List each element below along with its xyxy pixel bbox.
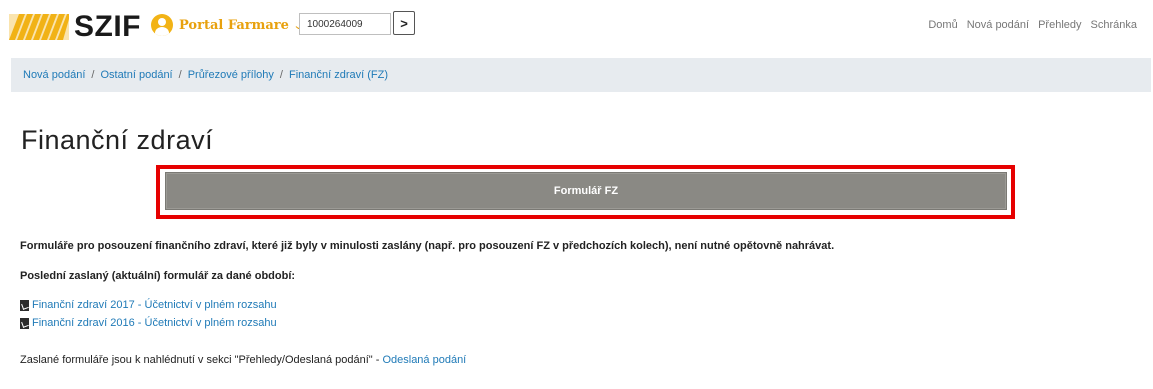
nav-item-schranka[interactable]: Schránka: [1091, 19, 1137, 31]
top-navigation: Domů Nová podání Přehledy Schránka: [928, 19, 1137, 31]
breadcrumb-separator: /: [91, 69, 95, 81]
breadcrumb-prurezove-prilohy[interactable]: Průřezové přílohy: [188, 69, 274, 81]
document-link: Finanční zdraví 2017 - Účetnictví v plné…: [20, 299, 277, 311]
user-avatar-icon: [151, 14, 173, 36]
logo-text: SZIF: [74, 10, 141, 43]
document-link-2016[interactable]: Finanční zdraví 2016 - Účetnictví v plné…: [32, 317, 277, 329]
nav-item-domu[interactable]: Domů: [928, 19, 957, 31]
nav-item-prehledy[interactable]: Přehledy: [1038, 19, 1081, 31]
breadcrumb-ostatni-podani[interactable]: Ostatní podání: [100, 69, 172, 81]
breadcrumb-separator: /: [279, 69, 283, 81]
go-button[interactable]: >: [393, 11, 415, 35]
odeslana-podani-link[interactable]: Odeslaná podání: [382, 354, 466, 366]
breadcrumb-financni-zdravi[interactable]: Finanční zdraví (FZ): [289, 69, 388, 81]
pdf-file-icon: [20, 299, 29, 311]
szif-logo[interactable]: SZIF: [9, 12, 141, 42]
notice-text: Formuláře pro posouzení finančního zdrav…: [20, 240, 835, 252]
pdf-file-icon: [20, 317, 29, 329]
page-title: Finanční zdraví: [21, 125, 214, 155]
breadcrumb-separator: /: [178, 69, 182, 81]
document-link-2017[interactable]: Finanční zdraví 2017 - Účetnictví v plné…: [32, 299, 277, 311]
footer-label: Zaslané formuláře jsou k nahlédnutí v se…: [20, 354, 383, 366]
top-header: SZIF Portal Farmare ⌄ > Domů Nová podání…: [0, 0, 1153, 54]
breadcrumb: Nová podání / Ostatní podání / Průřezové…: [11, 58, 1151, 92]
logo-stripes-icon: [9, 14, 69, 40]
nav-item-nova-podani[interactable]: Nová podání: [967, 19, 1029, 31]
portal-farmare-menu[interactable]: Portal Farmare ⌄: [151, 14, 305, 36]
document-link: Finanční zdraví 2016 - Účetnictví v plné…: [20, 317, 277, 329]
last-form-heading: Poslední zaslaný (aktuální) formulář za …: [20, 270, 296, 282]
subject-id-input[interactable]: [299, 13, 391, 35]
breadcrumb-nova-podani[interactable]: Nová podání: [23, 69, 85, 81]
footer-text: Zaslané formuláře jsou k nahlédnutí v se…: [20, 354, 466, 366]
portal-label: Portal Farmare: [179, 17, 289, 33]
formular-fz-button[interactable]: Formulář FZ: [165, 172, 1007, 210]
